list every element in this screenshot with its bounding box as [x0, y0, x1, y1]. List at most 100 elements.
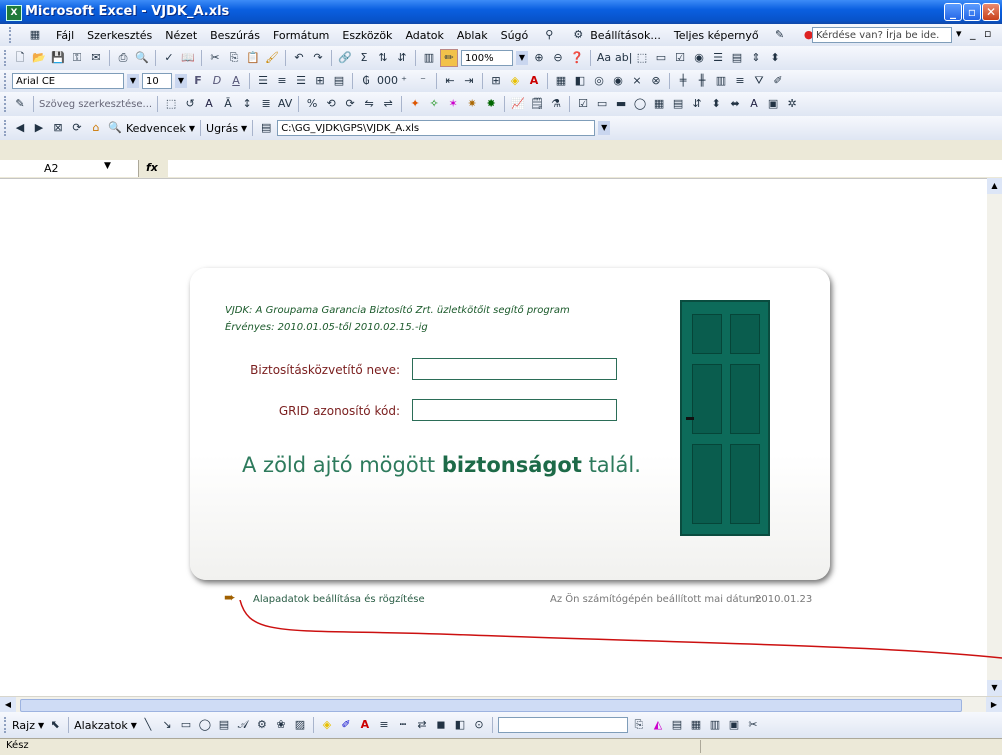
flip-h-icon[interactable]: ⇋ — [361, 96, 377, 112]
font-size-select[interactable]: 10 — [142, 73, 172, 89]
help-search-input[interactable]: Kérdése van? Írja be ide. — [812, 27, 952, 43]
increase-decimal-icon[interactable]: ⁺ — [396, 73, 412, 89]
line-icon[interactable]: ╲ — [140, 717, 156, 733]
horizontal-scrollbar[interactable]: ◀ ▶ — [0, 696, 1002, 713]
name-box[interactable]: A2 ▼ — [0, 160, 139, 177]
filter-icon[interactable]: ⛛ — [751, 73, 767, 89]
ctrl2-icon[interactable]: ▭ — [594, 96, 610, 112]
scroll-right-icon[interactable]: ▶ — [986, 697, 1002, 713]
chart-bars-icon[interactable]: ▥ — [713, 73, 729, 89]
align-center-icon[interactable]: ≡ — [274, 73, 290, 89]
oval-icon[interactable]: ◯ — [197, 717, 213, 733]
goto-dropdown-icon[interactable]: ▼ — [241, 124, 247, 133]
spinner-icon[interactable]: ⬍ — [767, 50, 783, 66]
select-objects-icon[interactable]: ⬚ — [163, 96, 179, 112]
decrease-indent-icon[interactable]: ⇤ — [442, 73, 458, 89]
font-size-dropdown-icon[interactable]: ▼ — [175, 74, 187, 88]
form-icon[interactable]: 🗒 — [529, 96, 545, 112]
sort-desc-icon[interactable]: ⇵ — [394, 50, 410, 66]
form-field-icon[interactable]: ab| — [615, 50, 632, 66]
bottom-tool-2-icon[interactable]: ◭ — [650, 717, 666, 733]
clipart-icon[interactable]: ❀ — [273, 717, 289, 733]
grid-code-field[interactable] — [412, 399, 617, 421]
home-icon[interactable]: ⌂ — [88, 120, 104, 136]
justify-icon[interactable]: ▤ — [331, 73, 347, 89]
font-color-icon[interactable]: A — [526, 73, 542, 89]
menu-edit[interactable]: Szerkesztés — [87, 29, 152, 42]
currency-icon[interactable]: ₲ — [358, 73, 374, 89]
decrease-decimal-icon[interactable]: ⁻ — [415, 73, 431, 89]
insert-row-icon[interactable]: ╫ — [694, 73, 710, 89]
arrow-style-icon[interactable]: ⇄ — [414, 717, 430, 733]
arrow-icon[interactable]: ↘ — [159, 717, 175, 733]
favorites-menu[interactable]: Kedvencek — [126, 122, 186, 135]
font-select[interactable]: Arial CE — [12, 73, 124, 89]
excel-app-icon[interactable]: X — [6, 5, 22, 21]
autoshapes-dropdown-icon[interactable]: ▼ — [131, 721, 137, 730]
menu-help[interactable]: Súgó — [501, 29, 529, 42]
paste-icon[interactable]: 📋 — [245, 50, 261, 66]
fill-color-icon[interactable]: ◈ — [507, 73, 523, 89]
hyperlink-icon[interactable]: 🔗 — [337, 50, 353, 66]
pivot-icon[interactable]: ◧ — [572, 73, 588, 89]
dash-style-icon[interactable]: ┅ — [395, 717, 411, 733]
reroute-icon[interactable]: ↺ — [182, 96, 198, 112]
research-icon[interactable]: 📖 — [180, 50, 196, 66]
bottom-tool-1-icon[interactable]: ⎘ — [631, 717, 647, 733]
settings-icon[interactable]: ⚙ — [570, 27, 586, 43]
mail-icon[interactable]: ✉ — [88, 50, 104, 66]
underline-button[interactable]: A — [228, 73, 244, 89]
ctrl11-icon[interactable]: ▣ — [765, 96, 781, 112]
menu-settings[interactable]: Beállítások... — [590, 29, 661, 42]
menu-format[interactable]: Formátum — [273, 29, 329, 42]
format-painter-icon[interactable]: 🖌 — [264, 50, 280, 66]
scrollbar-control-icon[interactable]: ⇕ — [748, 50, 764, 66]
draw-dropdown-icon[interactable]: ▼ — [38, 721, 44, 730]
close-button[interactable]: ✕ — [982, 3, 1000, 21]
trace-precedents-icon[interactable]: ◎ — [591, 73, 607, 89]
ctrl5-icon[interactable]: ▦ — [651, 96, 667, 112]
doc-minimize-icon[interactable]: _ — [970, 27, 976, 40]
bottom-tool-5-icon[interactable]: ▥ — [707, 717, 723, 733]
save-icon[interactable]: 💾 — [50, 50, 66, 66]
back-icon[interactable]: ◀ — [12, 120, 28, 136]
scroll-thumb[interactable] — [20, 699, 962, 712]
doc-restore-icon[interactable]: ▫ — [984, 27, 991, 40]
remove-arrows-icon[interactable]: ⨯ — [629, 73, 645, 89]
borders-icon[interactable]: ⊞ — [488, 73, 504, 89]
listbox-icon[interactable]: ☰ — [710, 50, 726, 66]
zoom-out-icon[interactable]: ⊖ — [550, 50, 566, 66]
chart-edit-icon[interactable]: 📈 — [510, 96, 526, 112]
select-pointer-icon[interactable]: ⬉ — [47, 717, 63, 733]
help-icon[interactable]: ❓ — [569, 50, 585, 66]
increase-indent-icon[interactable]: ⇥ — [461, 73, 477, 89]
italic-button[interactable]: D — [209, 73, 225, 89]
rotate-right-icon[interactable]: ⟳ — [342, 96, 358, 112]
bottom-tool-3-icon[interactable]: ▤ — [669, 717, 685, 733]
textbox-draw-icon[interactable]: ▤ — [216, 717, 232, 733]
menu-fullscreen[interactable]: Teljes képernyő — [674, 29, 759, 42]
bottom-tool-4-icon[interactable]: ▦ — [688, 717, 704, 733]
permission-icon[interactable]: ⚿ — [69, 50, 85, 66]
text-box-icon[interactable]: Aa — [596, 50, 612, 66]
wizard1-icon[interactable]: ✦ — [407, 96, 423, 112]
vertical-text-icon[interactable]: ↕ — [239, 96, 255, 112]
picture-icon[interactable]: ▨ — [292, 717, 308, 733]
wizard5-icon[interactable]: ✸ — [483, 96, 499, 112]
percent-icon[interactable]: % — [304, 96, 320, 112]
chart-wizard-icon[interactable]: ▥ — [421, 50, 437, 66]
new-icon[interactable]: 🗋 — [12, 50, 28, 66]
ctrl4-icon[interactable]: ◯ — [632, 96, 648, 112]
undo-icon[interactable]: ↶ — [291, 50, 307, 66]
pen-icon[interactable]: ✎ — [12, 96, 28, 112]
ctrl8-icon[interactable]: ⬍ — [708, 96, 724, 112]
scroll-up-icon[interactable]: ▲ — [987, 178, 1002, 194]
wizard2-icon[interactable]: ✧ — [426, 96, 442, 112]
group-box-icon[interactable]: ⬚ — [634, 50, 650, 66]
flip-v-icon[interactable]: ⇌ — [380, 96, 396, 112]
draw-menu[interactable]: Rajz — [12, 719, 35, 732]
menu-insert[interactable]: Beszúrás — [210, 29, 260, 42]
spelling-icon[interactable]: ✓ — [161, 50, 177, 66]
forward-icon[interactable]: ▶ — [31, 120, 47, 136]
align-right-icon[interactable]: ☰ — [293, 73, 309, 89]
